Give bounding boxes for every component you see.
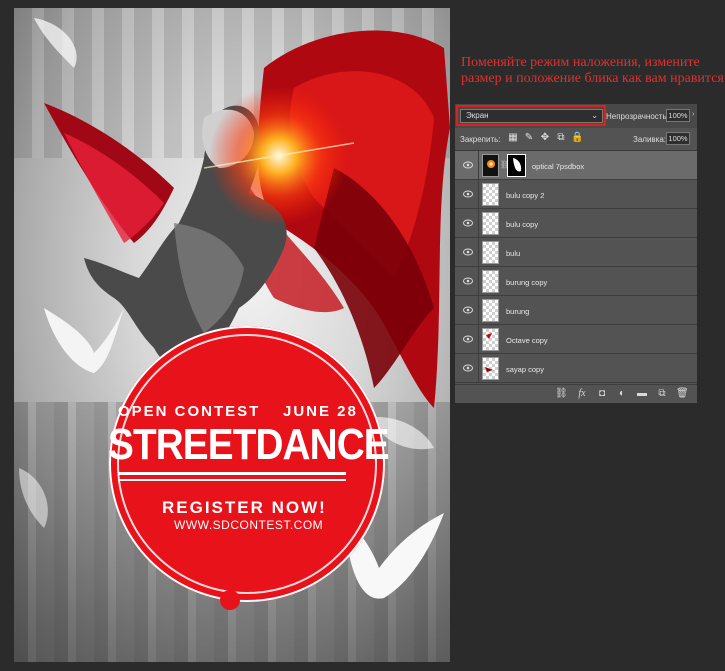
eye-icon[interactable] (463, 190, 473, 198)
layer-separator (478, 238, 479, 267)
red-dot (220, 590, 240, 610)
link-icon[interactable]: ⛓ (555, 388, 568, 400)
layer-thumbnail (482, 270, 499, 293)
layer-row[interactable]: Octave copy (455, 325, 697, 354)
folder-icon[interactable]: ▬ (636, 388, 648, 400)
adjustment-icon[interactable]: ◐ (616, 388, 628, 400)
lock-position-icon[interactable]: ✥ (539, 132, 551, 144)
layer-name: sayap copy (506, 365, 544, 374)
lock-paint-icon[interactable]: ✎ (523, 132, 535, 144)
layer-thumbnail (482, 328, 499, 351)
fill-label: Заливка: (633, 135, 667, 144)
layer-row[interactable]: bulu (455, 238, 697, 267)
layer-name: bulu copy (506, 220, 539, 229)
opacity-label: Непрозрачность: (606, 112, 669, 121)
layers-list: ⛓ optical 7psdbox bulu copy 2 bulu copy … (455, 151, 697, 384)
layer-name: burung (506, 307, 530, 316)
layer-row[interactable]: burung (455, 296, 697, 325)
layer-name: Octave copy (506, 336, 548, 345)
eye-icon[interactable] (463, 248, 473, 256)
eye-icon[interactable] (463, 335, 473, 343)
trash-icon[interactable]: 🗑 (676, 388, 689, 400)
layer-row[interactable]: bulu copy 2 (455, 180, 697, 209)
opacity-chevron-icon[interactable]: › (692, 111, 694, 118)
layer-thumbnail (482, 241, 499, 264)
poster-date: JUNE 28 (283, 403, 358, 420)
eye-icon[interactable] (463, 277, 473, 285)
layer-separator (478, 354, 479, 383)
mask-icon[interactable]: ◘ (596, 388, 608, 400)
lock-row: Закрепить: ▦ ✎ ✥ ⧉ 🔒 Заливка: 100% (455, 128, 697, 151)
layer-thumbnail (482, 212, 499, 235)
eye-icon[interactable] (463, 364, 473, 372)
fx-icon[interactable]: fx (576, 388, 588, 400)
layer-separator (478, 180, 479, 209)
layer-mask-thumbnail (507, 154, 526, 177)
lock-transparency-icon[interactable]: ▦ (507, 132, 519, 144)
layer-row[interactable]: burung copy (455, 267, 697, 296)
mask-shape-icon (513, 158, 522, 172)
poster-register: REGISTER NOW! (162, 498, 327, 517)
eye-icon[interactable] (463, 161, 473, 169)
layer-name: bulu copy 2 (506, 191, 545, 200)
blend-row: Экран ⌄ Непрозрачность: 100% › (455, 104, 697, 128)
wing-thumbnail-icon (485, 367, 493, 372)
flare-thumbnail-icon (487, 160, 495, 168)
layer-thumbnail (482, 299, 499, 322)
title-underline-2 (118, 479, 346, 481)
poster-canvas (14, 8, 450, 662)
eye-icon[interactable] (463, 219, 473, 227)
opacity-field[interactable]: 100% (666, 109, 690, 122)
layer-separator (478, 151, 479, 180)
layer-name: optical 7psdbox (532, 162, 585, 171)
layer-thumbnail (482, 154, 499, 177)
layer-thumbnail (482, 357, 499, 380)
poster-website: WWW.SDCONTEST.COM (174, 518, 324, 532)
layer-name: burung copy (506, 278, 548, 287)
layer-separator (478, 267, 479, 296)
layers-panel: Экран ⌄ Непрозрачность: 100% › Закрепить… (455, 104, 697, 403)
layer-thumbnail (482, 183, 499, 206)
layer-separator (478, 209, 479, 238)
layer-name: bulu (506, 249, 521, 258)
layer-row[interactable]: sayap copy (455, 354, 697, 383)
lock-artboard-icon[interactable]: ⧉ (555, 132, 567, 144)
layers-bottom-toolbar: ⛓ fx ◘ ◐ ▬ ⧉ 🗑 (455, 384, 697, 403)
fill-field[interactable]: 100% (666, 132, 690, 145)
poster-title: STREETDANCE (108, 420, 390, 469)
eye-icon[interactable] (463, 306, 473, 314)
layer-row[interactable]: ⛓ optical 7psdbox (455, 151, 697, 180)
red-mark-thumbnail-icon (486, 333, 492, 339)
lock-label: Закрепить: (460, 135, 501, 144)
layer-separator (478, 296, 479, 325)
new-layer-icon[interactable]: ⧉ (656, 388, 668, 400)
layer-separator (478, 325, 479, 354)
blend-mode-highlight (456, 105, 606, 126)
poster-open-contest: OPEN CONTEST (118, 403, 261, 420)
title-underline-1 (118, 472, 346, 475)
layer-row[interactable]: bulu copy (455, 209, 697, 238)
lock-all-icon[interactable]: 🔒 (571, 132, 583, 144)
instruction-text: Поменяйте режим наложения, измените разм… (461, 55, 724, 86)
